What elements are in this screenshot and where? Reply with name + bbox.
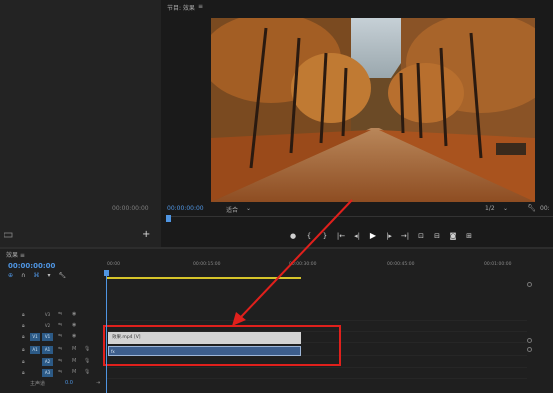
annotation-arrow <box>232 199 353 326</box>
